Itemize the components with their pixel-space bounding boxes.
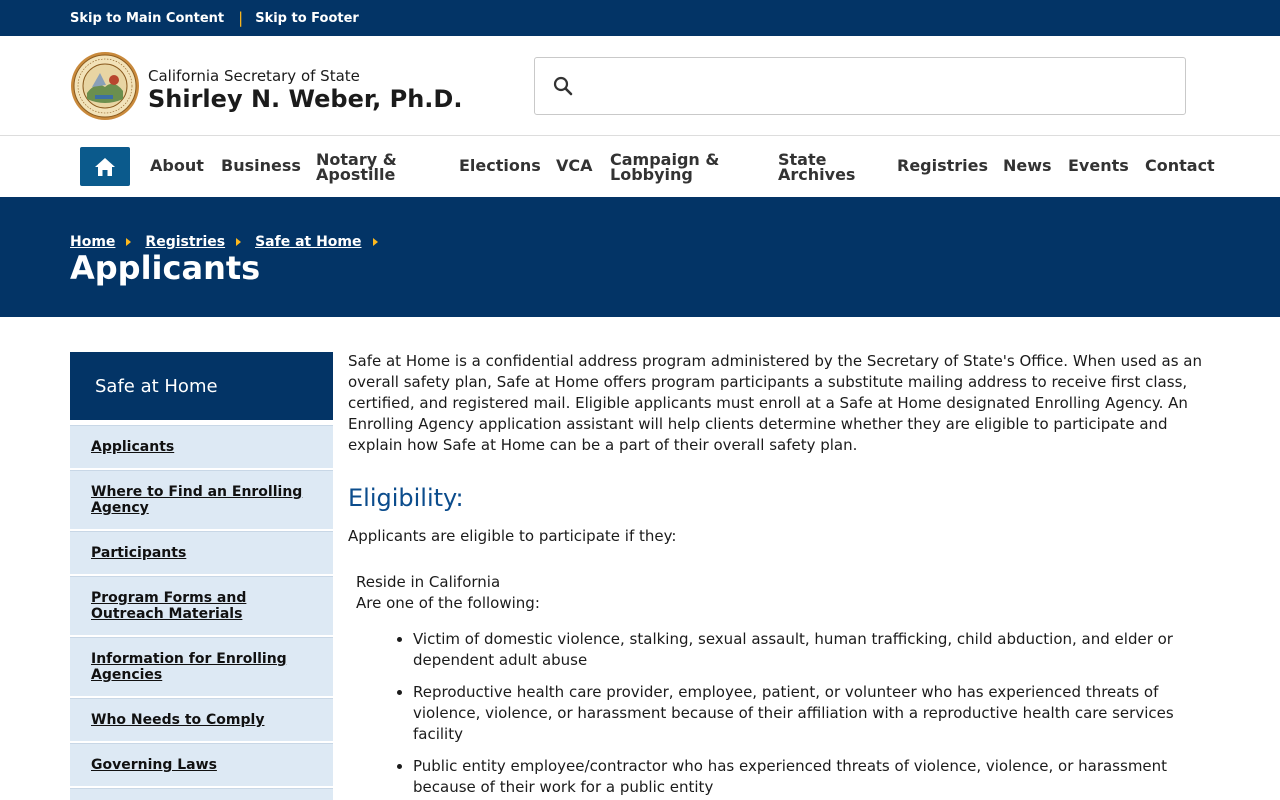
sidenav-item-label: Applicants (91, 439, 175, 455)
nav-item-business[interactable]: Business (221, 156, 301, 175)
nav-item-state-archives[interactable]: State Archives (778, 152, 856, 184)
sidenav-item-label: Who Needs to Comply (91, 712, 265, 728)
nav-item-label: Apostille (316, 165, 396, 184)
sidenav-heading[interactable]: Safe at Home (70, 352, 333, 420)
sidenav-item-program-forms[interactable]: Program Forms and Outreach Materials (70, 576, 333, 637)
breadcrumb-arrow-icon (372, 238, 378, 246)
intro-paragraph: Safe at Home is a confidential address p… (348, 352, 1202, 454)
site-branding[interactable]: California Secretary of State Shirley N.… (148, 67, 462, 113)
eligibility-intro: Applicants are eligible to participate i… (348, 527, 677, 545)
breadcrumb-home[interactable]: Home (70, 234, 115, 250)
nav-item-elections[interactable]: Elections (459, 156, 541, 175)
nav-item-vca[interactable]: VCA (556, 156, 593, 175)
site-header: California Secretary of State Shirley N.… (0, 36, 1280, 136)
breadcrumb: Home Registries Safe at Home (70, 234, 392, 250)
nav-item-label: News (1003, 156, 1052, 175)
nav-item-label: Contact (1145, 156, 1215, 175)
skip-to-main-link[interactable]: Skip to Main Content (70, 11, 224, 26)
sidenav-item-who-needs-comply[interactable]: Who Needs to Comply (70, 698, 333, 743)
breadcrumb-safe-at-home[interactable]: Safe at Home (255, 234, 361, 250)
utility-bar: Skip to Main Content | Skip to Footer (0, 0, 1280, 36)
nav-item-registries[interactable]: Registries (897, 156, 989, 175)
breadcrumb-arrow-icon (236, 238, 242, 246)
list-item: Reproductive health care provider, emplo… (413, 682, 1208, 745)
sidenav-item-partial[interactable] (70, 788, 333, 800)
branding-office: California Secretary of State (148, 67, 360, 85)
sidenav-item-find-enrolling-agency[interactable]: Where to Find an Enrolling Agency (70, 470, 333, 531)
nav-item-label: About (150, 156, 204, 175)
nav-item-about[interactable]: About (150, 156, 204, 175)
search-input[interactable] (573, 58, 1185, 114)
nav-item-label: Elections (459, 156, 541, 175)
home-icon (95, 157, 115, 176)
breadcrumb-registries[interactable]: Registries (145, 234, 225, 250)
nav-item-notary-apostille[interactable]: Notary & Apostille (316, 152, 397, 184)
list-item: Public entity employee/contractor who ha… (413, 756, 1208, 798)
sidenav-item-label: Program Forms and (91, 590, 247, 606)
list-item: Victim of domestic violence, stalking, s… (413, 629, 1208, 671)
page-banner: Home Registries Safe at Home Applicants (0, 197, 1280, 317)
sidenav-item-label: Information for Enrolling (91, 651, 287, 667)
nav-item-label: VCA (556, 156, 593, 175)
main-content-area: Safe at Home Applicants Where to Find an… (0, 317, 1280, 800)
search-box[interactable] (534, 57, 1186, 115)
nav-item-label: Business (221, 156, 301, 175)
nav-item-events[interactable]: Events (1068, 156, 1129, 175)
eligibility-list: Victim of domestic violence, stalking, s… (348, 629, 1208, 798)
sidenav-item-label: Agencies (91, 667, 163, 683)
side-navigation: Safe at Home Applicants Where to Find an… (70, 352, 333, 800)
sidenav-item-label: Governing Laws (91, 757, 217, 773)
nav-item-news[interactable]: News (1003, 156, 1052, 175)
sidenav-item-participants[interactable]: Participants (70, 531, 333, 576)
breadcrumb-arrow-icon (126, 238, 132, 246)
condition-one-of: Are one of the following: (356, 594, 540, 612)
sidenav-item-label: Outreach Materials (91, 606, 243, 622)
nav-item-label: Archives (778, 165, 856, 184)
sidenav-item-label: Agency (91, 500, 149, 516)
sidenav-item-label: Participants (91, 545, 187, 561)
main-navigation: About Business Notary & Apostille Electio… (0, 136, 1280, 197)
state-seal-logo[interactable] (70, 51, 140, 121)
eligibility-heading: Eligibility: (348, 484, 464, 512)
nav-item-campaign-lobbying[interactable]: Campaign & Lobbying (610, 152, 719, 184)
sidenav-item-governing-laws[interactable]: Governing Laws (70, 743, 333, 788)
condition-reside: Reside in California (356, 573, 501, 591)
sidenav-item-info-enrolling-agencies[interactable]: Information for Enrolling Agencies (70, 637, 333, 698)
branding-name: Shirley N. Weber, Ph.D. (148, 85, 463, 113)
article-content: Safe at Home is a confidential address p… (348, 351, 1208, 800)
nav-item-contact[interactable]: Contact (1145, 156, 1215, 175)
nav-item-label: Lobbying (610, 165, 693, 184)
skip-to-footer-link[interactable]: Skip to Footer (255, 11, 359, 26)
utility-separator: | (238, 9, 244, 27)
sidenav-item-applicants[interactable]: Applicants (70, 425, 333, 470)
nav-home-button[interactable] (80, 147, 130, 186)
nav-item-label: Events (1068, 156, 1129, 175)
nav-item-label: Registries (897, 156, 989, 175)
page-title: Applicants (70, 249, 261, 287)
eligibility-conditions: Reside in California Are one of the foll… (348, 572, 1208, 614)
sidenav-item-label: Where to Find an Enrolling (91, 484, 303, 500)
search-icon[interactable] (553, 76, 573, 96)
